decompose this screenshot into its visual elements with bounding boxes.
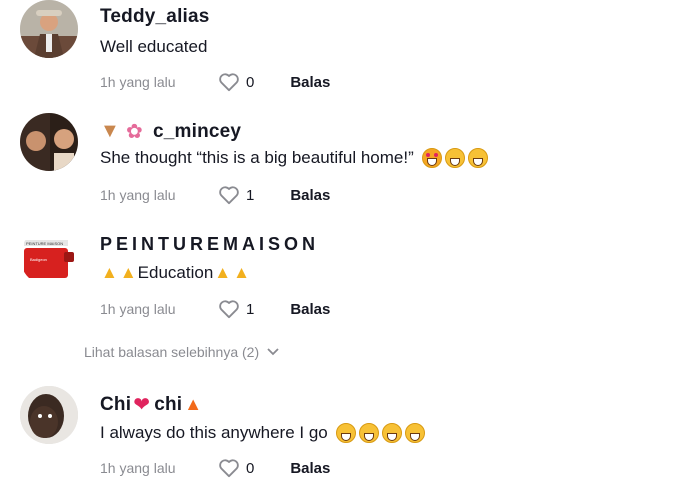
- thumbs-up-emoji-icon: ▲: [119, 263, 137, 282]
- reply-button[interactable]: Balas: [290, 74, 330, 91]
- smiling-hearts-emoji-icon: [421, 148, 442, 168]
- tears-of-joy-emoji-icon: [381, 423, 402, 443]
- timestamp: 1h yang lalu: [100, 187, 176, 203]
- username[interactable]: Teddy_alias: [100, 6, 210, 28]
- comment-meta: 1h yang lalu 0 Balas: [100, 72, 330, 92]
- like-count: 1: [246, 186, 255, 204]
- comment-meta: 1h yang lalu 1 Balas: [100, 299, 330, 319]
- heart-outline-icon: [219, 186, 239, 205]
- comment-text: ▲ ▲ Education ▲ ▲: [101, 263, 250, 282]
- avatar-product-text: Badigeon: [30, 257, 47, 262]
- username[interactable]: Chi ❤ chi ▲: [100, 392, 202, 417]
- reply-button[interactable]: Balas: [290, 460, 330, 477]
- thumbs-up-emoji-icon: ▲: [214, 263, 232, 282]
- like-button[interactable]: 1: [218, 299, 290, 319]
- avatar[interactable]: [20, 386, 78, 444]
- timestamp: 1h yang lalu: [100, 74, 176, 90]
- heart-outline-icon: [219, 73, 239, 92]
- username[interactable]: PEINTUREMAISON: [100, 234, 319, 255]
- grinning-emoji-icon: [444, 148, 465, 168]
- timestamp: 1h yang lalu: [100, 301, 176, 317]
- tears-of-joy-emoji-icon: [404, 423, 425, 443]
- heart-outline-icon: [219, 459, 239, 478]
- comment-meta: 1h yang lalu 1 Balas: [100, 185, 330, 205]
- like-button[interactable]: 0: [218, 72, 290, 92]
- thumbs-up-emoji-icon: ▲: [101, 263, 118, 282]
- heart-outline-icon: [219, 300, 239, 319]
- foot-emoji-icon: ▼: [100, 120, 120, 142]
- like-count: 0: [246, 459, 255, 477]
- like-button[interactable]: 1: [218, 185, 290, 205]
- like-button[interactable]: 0: [218, 458, 290, 478]
- tears-of-joy-emoji-icon: [467, 148, 488, 168]
- tears-of-joy-emoji-icon: [358, 423, 379, 443]
- comment-meta: 1h yang lalu 0 Balas: [100, 458, 330, 478]
- comment-text: I always do this anywhere I go: [100, 423, 425, 443]
- username[interactable]: ▼ ✿ c_mincey: [100, 119, 241, 144]
- avatar[interactable]: [20, 113, 78, 171]
- avatar-brand-text: PEINTURE MAISON: [26, 241, 63, 246]
- like-count: 0: [246, 73, 255, 91]
- flower-emoji-icon: ✿: [126, 121, 143, 143]
- reply-button[interactable]: Balas: [290, 187, 330, 204]
- like-count: 1: [246, 300, 255, 318]
- red-heart-emoji-icon: ❤: [133, 394, 151, 416]
- chevron-down-icon: [267, 348, 279, 356]
- avatar[interactable]: [20, 0, 78, 58]
- avatar[interactable]: PEINTURE MAISON Badigeon: [20, 228, 78, 286]
- thumbs-up-emoji-icon: ▲: [233, 263, 250, 282]
- comment-text: She thought “this is a big beautiful hom…: [100, 148, 488, 168]
- timestamp: 1h yang lalu: [100, 460, 176, 476]
- view-more-replies-button[interactable]: Lihat balasan selebihnya (2): [84, 344, 279, 360]
- comment-text: Well educated: [100, 37, 208, 56]
- tears-of-joy-emoji-icon: [335, 423, 356, 443]
- fire-emoji-icon: ▲: [184, 394, 203, 414]
- reply-button[interactable]: Balas: [290, 301, 330, 318]
